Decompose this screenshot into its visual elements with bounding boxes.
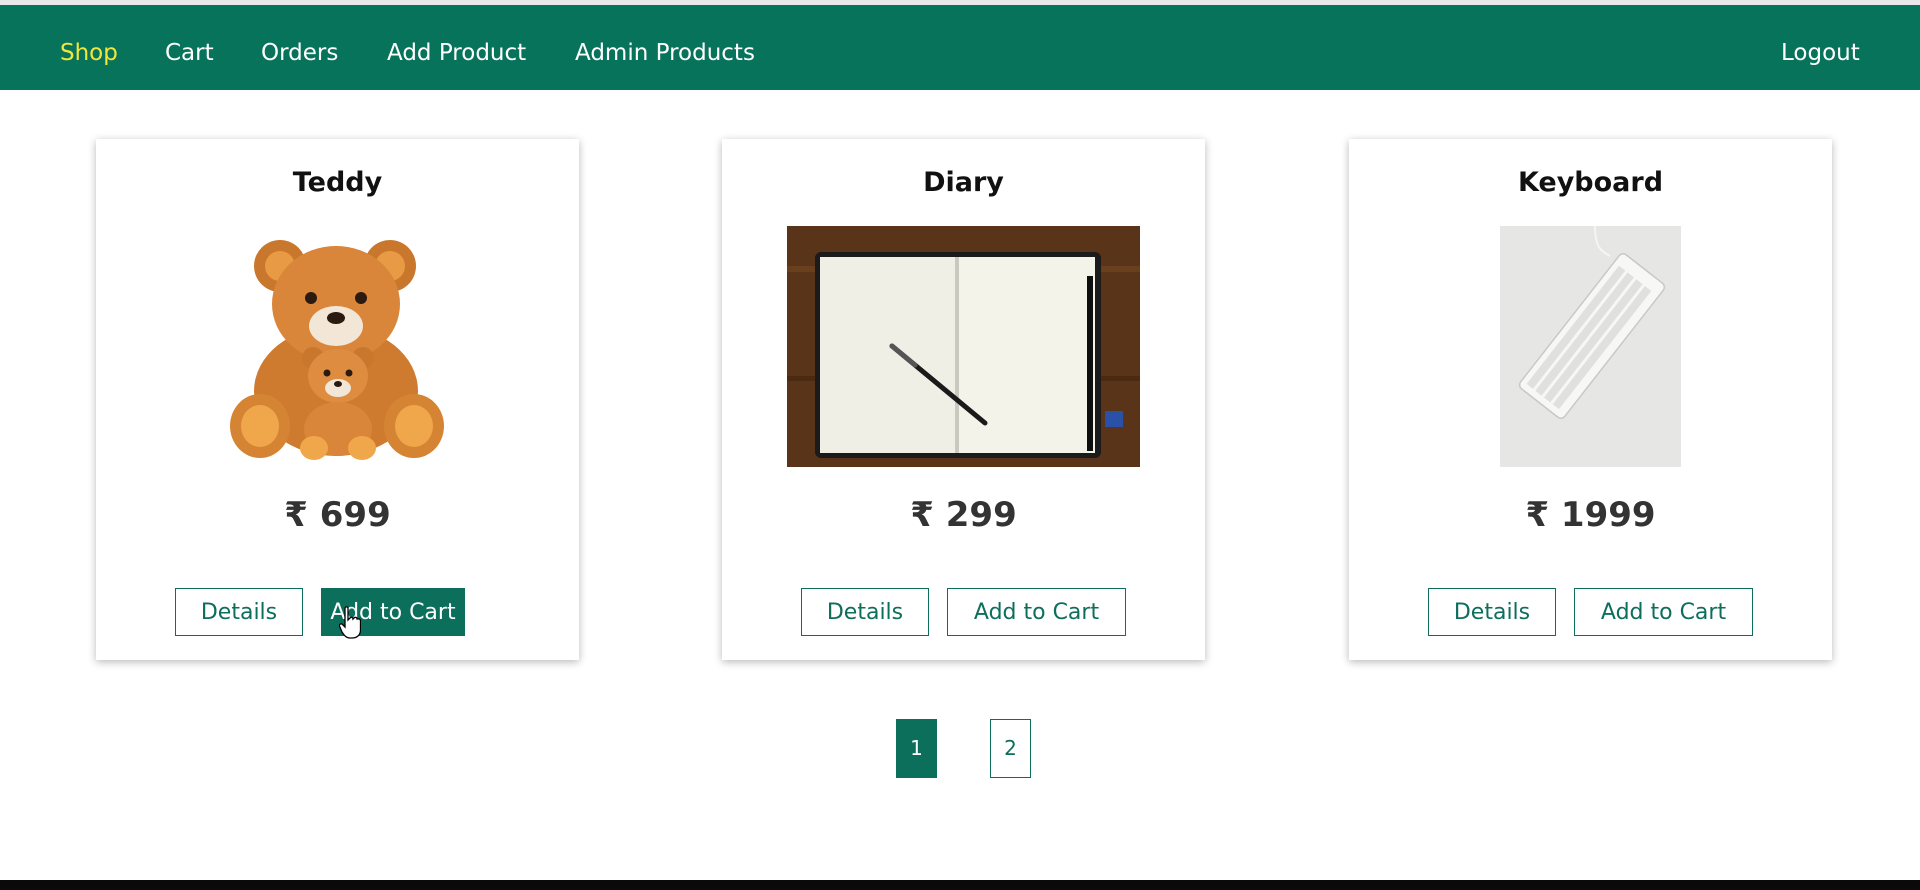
add-to-cart-button[interactable]: Add to Cart bbox=[947, 588, 1126, 636]
product-card: Keyboard ₹ 1999 Details Add to Cart bbox=[1349, 139, 1832, 660]
product-card: Diary ₹ 299 Details Add to Cart bbox=[722, 139, 1205, 660]
add-to-cart-button[interactable]: Add to Cart bbox=[321, 588, 465, 636]
product-price: ₹ 299 bbox=[910, 495, 1017, 535]
product-price: ₹ 699 bbox=[284, 495, 391, 535]
page-2-button[interactable]: 2 bbox=[990, 719, 1031, 778]
nav-add-product-link[interactable]: Add Product bbox=[387, 38, 526, 68]
add-to-cart-button[interactable]: Add to Cart bbox=[1574, 588, 1753, 636]
open-notebook-with-pen-image bbox=[787, 226, 1140, 467]
details-button[interactable]: Details bbox=[801, 588, 929, 636]
details-button[interactable]: Details bbox=[1428, 588, 1556, 636]
logout-link[interactable]: Logout bbox=[1781, 38, 1860, 68]
product-title: Diary bbox=[923, 167, 1004, 198]
product-card: Teddy ₹ 699 Details Add to Cart bbox=[96, 139, 579, 660]
nav-admin-products-link[interactable]: Admin Products bbox=[575, 38, 755, 68]
teddy-bear-image bbox=[218, 226, 456, 466]
main-navbar: Shop Cart Orders Add Product Admin Produ… bbox=[0, 5, 1920, 90]
page-1-button[interactable]: 1 bbox=[896, 719, 937, 778]
product-price: ₹ 1999 bbox=[1525, 495, 1656, 535]
nav-shop-link[interactable]: Shop bbox=[60, 38, 118, 68]
product-title: Keyboard bbox=[1517, 167, 1664, 198]
product-title: Teddy bbox=[292, 167, 383, 198]
nav-orders-link[interactable]: Orders bbox=[261, 38, 338, 68]
details-button[interactable]: Details bbox=[175, 588, 303, 636]
white-keyboard-image bbox=[1500, 226, 1681, 467]
nav-cart-link[interactable]: Cart bbox=[165, 38, 214, 68]
bottom-bar bbox=[0, 880, 1920, 890]
